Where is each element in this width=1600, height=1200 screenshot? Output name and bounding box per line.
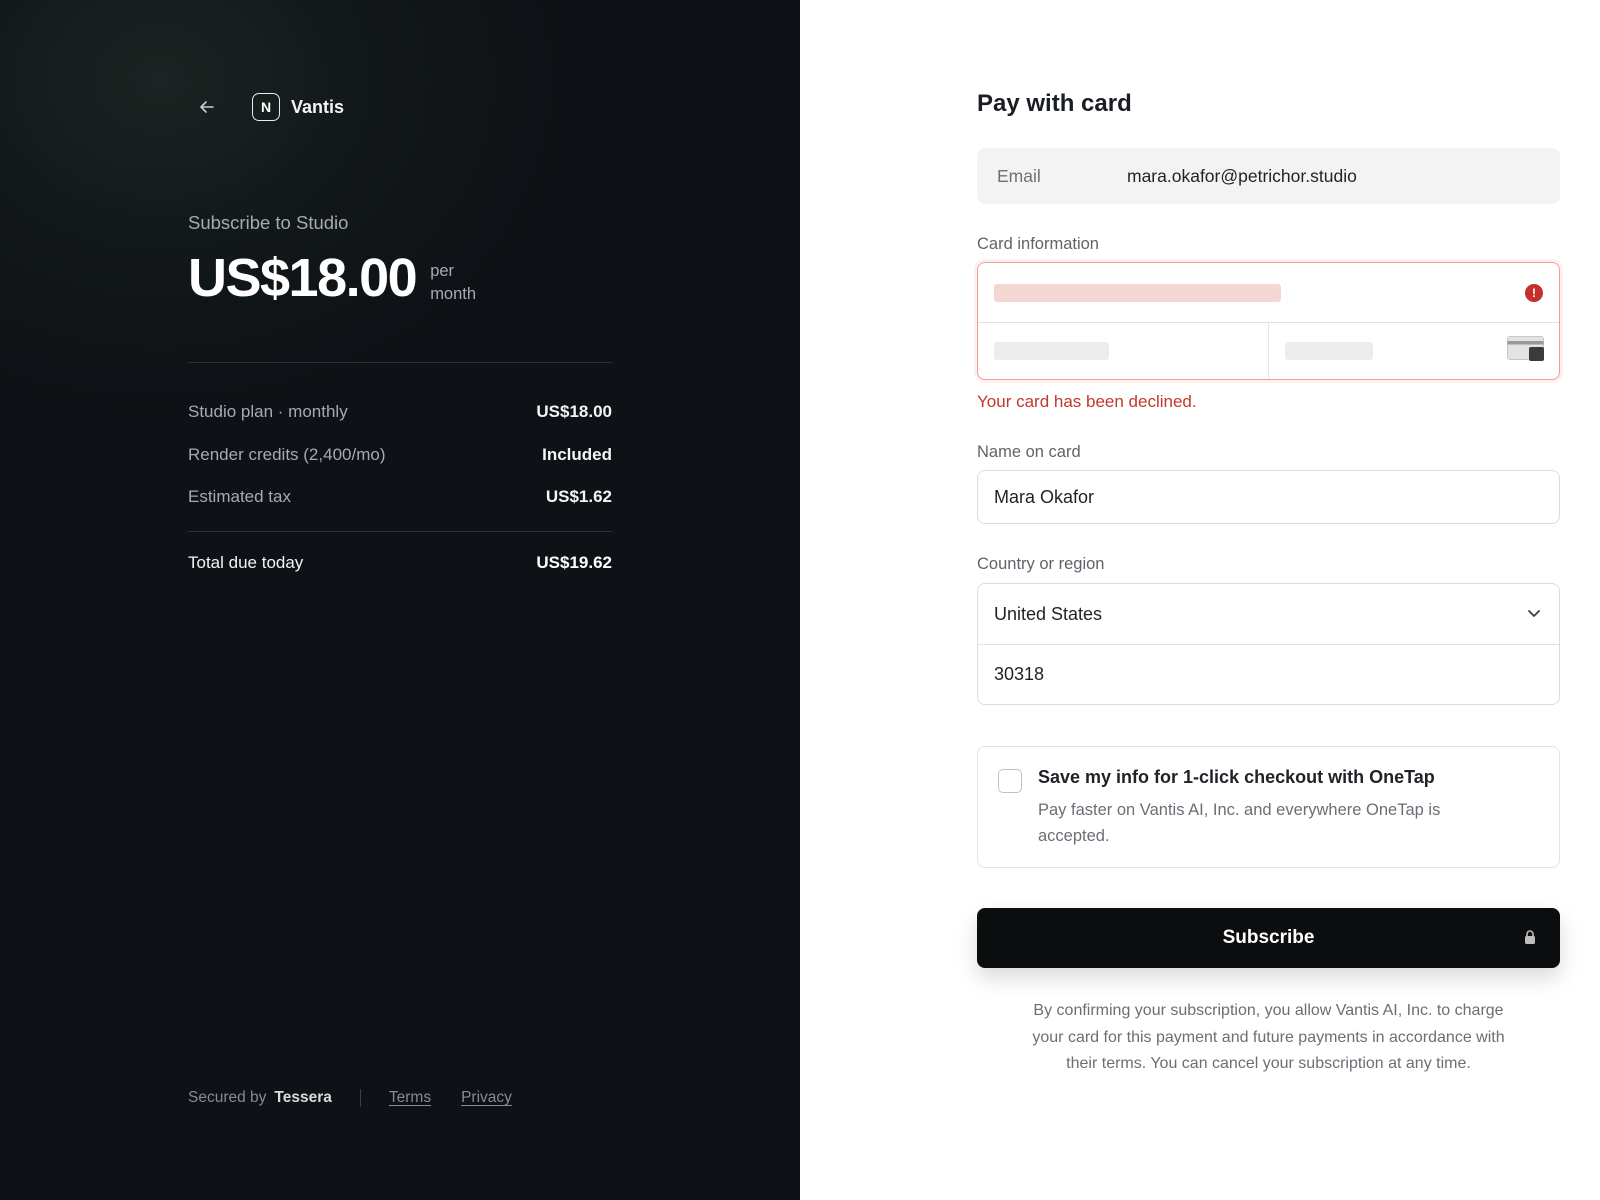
card-cvc-input[interactable] bbox=[1269, 323, 1559, 379]
card-number-input[interactable]: ! bbox=[978, 263, 1559, 323]
brand-logo: N bbox=[252, 93, 280, 121]
onetap-title: Save my info for 1-click checkout with O… bbox=[1038, 767, 1435, 787]
line-item-label: Render credits (2,400/mo) bbox=[188, 444, 386, 464]
price-display: US$18.00 per month bbox=[188, 248, 490, 308]
error-icon: ! bbox=[1525, 284, 1543, 302]
payment-provider-name: Tessera bbox=[274, 1089, 332, 1106]
lock-icon bbox=[1525, 930, 1535, 944]
card-cvc-icon bbox=[1507, 336, 1544, 361]
subscription-title: Subscribe to Studio bbox=[188, 212, 349, 233]
subscribe-button-label: Subscribe bbox=[1222, 927, 1315, 948]
footer: Secured by Tessera Terms Privacy bbox=[188, 1089, 512, 1107]
country-region-field: United States 30318 bbox=[977, 583, 1560, 705]
line-items: Studio plan · monthly US$18.00 Render cr… bbox=[188, 402, 612, 530]
card-number-placeholder bbox=[994, 284, 1281, 302]
onetap-save-info: Save my info for 1-click checkout with O… bbox=[977, 746, 1560, 868]
country-label: Country or region bbox=[977, 555, 1105, 573]
line-item: Estimated tax US$1.62 bbox=[188, 487, 612, 530]
chevron-down-icon bbox=[1528, 610, 1540, 617]
card-expiry-placeholder bbox=[994, 342, 1109, 360]
postal-code-input[interactable]: 30318 bbox=[978, 645, 1559, 704]
total-label: Total due today bbox=[188, 553, 304, 572]
onetap-description: Pay faster on Vantis AI, Inc. and everyw… bbox=[1038, 801, 1441, 845]
order-summary-panel: N Vantis Subscribe to Studio US$18.00 pe… bbox=[0, 0, 800, 1200]
line-item: Studio plan · monthly US$18.00 bbox=[188, 402, 612, 445]
footer-separator bbox=[359, 1089, 361, 1107]
brand-header: N Vantis bbox=[196, 90, 344, 124]
card-info-label: Card information bbox=[977, 235, 1099, 253]
total-value: US$19.62 bbox=[536, 553, 612, 572]
payment-panel: Pay with card Email mara.okafor@petricho… bbox=[800, 0, 1600, 1200]
onetap-checkbox[interactable] bbox=[998, 769, 1022, 793]
back-arrow-icon[interactable] bbox=[196, 96, 218, 118]
name-on-card-input[interactable]: Mara Okafor bbox=[977, 470, 1560, 524]
subscribe-button[interactable]: Subscribe bbox=[977, 908, 1560, 968]
name-on-card-label: Name on card bbox=[977, 443, 1081, 461]
line-item-label: Studio plan · monthly bbox=[188, 402, 348, 421]
price-amount: US$18.00 bbox=[188, 248, 418, 308]
terms-link[interactable]: Terms bbox=[389, 1089, 431, 1107]
country-select[interactable]: United States bbox=[978, 584, 1559, 645]
line-item: Render credits (2,400/mo) Included bbox=[188, 445, 612, 488]
card-cvc-placeholder bbox=[1285, 342, 1373, 360]
brand-name: Vantis bbox=[291, 96, 345, 117]
card-information-field: ! bbox=[977, 262, 1560, 380]
divider bbox=[188, 362, 612, 363]
divider bbox=[188, 531, 612, 532]
line-item-value: US$18.00 bbox=[536, 402, 612, 421]
line-item-value: US$1.62 bbox=[545, 487, 612, 506]
email-field[interactable]: Email mara.okafor@petrichor.studio bbox=[977, 148, 1560, 204]
line-item-value: Included bbox=[542, 444, 612, 464]
price-period: per month bbox=[430, 262, 477, 303]
total-row: Total due today US$19.62 bbox=[188, 553, 612, 573]
email-label: Email bbox=[997, 165, 1041, 186]
country-selected-value: United States bbox=[994, 603, 1103, 624]
legal-disclaimer: By confirming your subscription, you all… bbox=[1032, 1002, 1505, 1072]
card-expiry-input[interactable] bbox=[978, 323, 1269, 379]
email-value: mara.okafor@petrichor.studio bbox=[1127, 165, 1357, 186]
privacy-link[interactable]: Privacy bbox=[461, 1089, 512, 1107]
secured-by-label: Secured by bbox=[188, 1089, 267, 1106]
line-item-label: Estimated tax bbox=[188, 487, 291, 506]
card-error-message: Your card has been declined. bbox=[977, 392, 1197, 411]
page-title: Pay with card bbox=[977, 90, 1132, 117]
